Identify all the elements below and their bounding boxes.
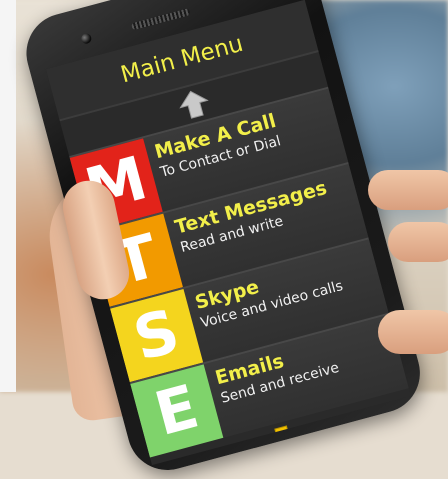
front-camera: [80, 32, 93, 45]
arrow-up-icon: [179, 90, 209, 119]
finger: [368, 170, 448, 210]
arrow-down-icon: [269, 425, 299, 454]
finger: [388, 222, 448, 262]
finger: [378, 310, 448, 354]
earpiece-speaker: [130, 8, 191, 31]
left-border: [0, 0, 16, 392]
